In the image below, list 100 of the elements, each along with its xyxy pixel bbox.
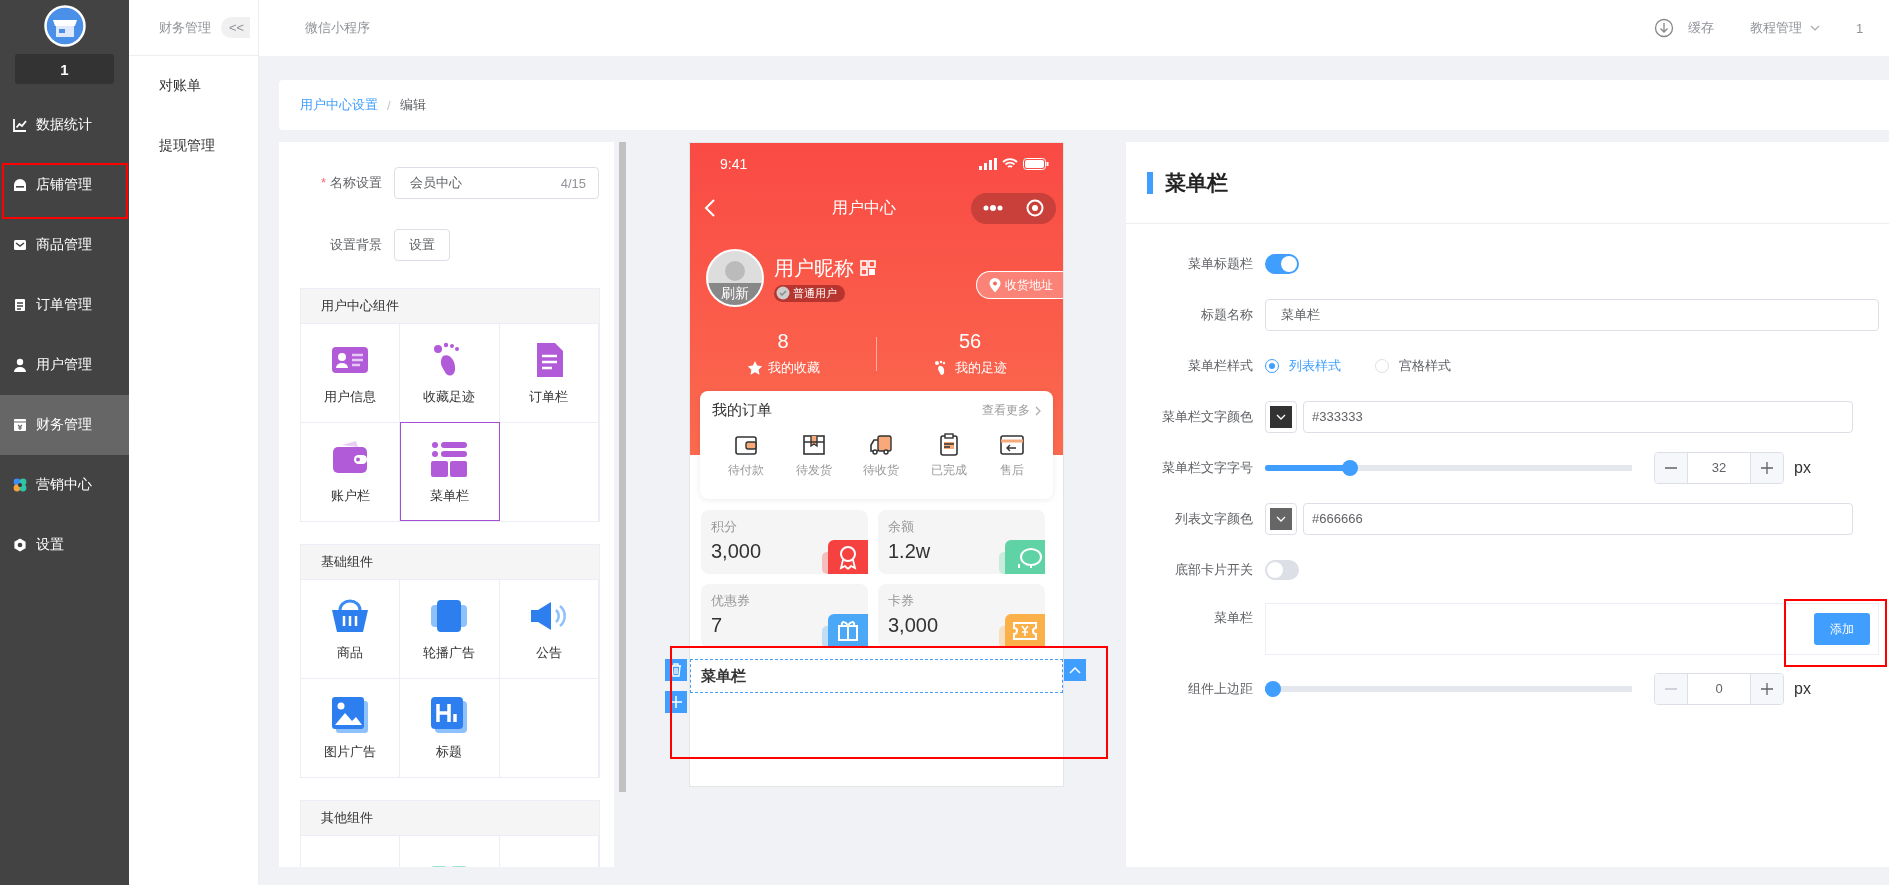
radio-option[interactable]: 宫格样式 xyxy=(1375,356,1451,375)
minus-icon xyxy=(1665,687,1677,690)
record-icon xyxy=(1026,199,1045,217)
component-tile[interactable]: 账户栏 xyxy=(301,422,401,521)
location-pin-icon xyxy=(989,277,1001,293)
name-input[interactable]: 会员中心 4/15 xyxy=(394,167,599,199)
status-time: 9:41 xyxy=(720,156,748,172)
cash-box-icon xyxy=(12,417,28,433)
toggle-switch[interactable] xyxy=(1265,559,1299,580)
title-accent-bar xyxy=(1147,171,1153,194)
sidebar-item[interactable]: 订单管理 xyxy=(0,275,129,335)
increment-button[interactable] xyxy=(1751,452,1783,483)
component-tile[interactable]: 标题 xyxy=(400,678,500,777)
group-title: 基础组件 xyxy=(321,553,373,571)
sidebar-item[interactable]: 用户管理 xyxy=(0,335,129,395)
color-input[interactable]: #666666 xyxy=(1303,502,1853,535)
component-tile[interactable]: 菜单栏 xyxy=(400,422,500,521)
minus-icon xyxy=(1665,466,1677,469)
heading-icon xyxy=(429,695,470,735)
asset-card[interactable]: 卡券 3,000 xyxy=(878,584,1045,648)
field-label: 组件上边距 xyxy=(1187,679,1253,698)
box-icon xyxy=(800,432,827,458)
asset-value: 7 xyxy=(711,614,724,637)
component-tile[interactable]: 商品 xyxy=(301,579,401,678)
chevron-up-icon xyxy=(1069,666,1081,674)
sidebar-item[interactable]: 数据统计 xyxy=(0,95,129,155)
avatar[interactable]: 刷新 xyxy=(706,249,764,307)
add-button[interactable] xyxy=(665,691,687,713)
sub-nav-title: 财务管理 xyxy=(159,18,211,37)
trash-icon xyxy=(670,663,682,677)
number-stepper[interactable]: 0 xyxy=(1654,672,1784,705)
clipboard-icon xyxy=(12,297,28,313)
asset-label: 余额 xyxy=(888,518,915,536)
number-stepper[interactable]: 32 xyxy=(1654,451,1784,484)
breadcrumb-separator: / xyxy=(387,97,391,113)
sidebar-item[interactable]: 财务管理 xyxy=(0,395,129,455)
decrement-button[interactable] xyxy=(1655,452,1687,483)
star-icon xyxy=(746,360,763,376)
set-background-button[interactable]: 设置 xyxy=(394,229,450,261)
sidebar-item[interactable]: 商品管理 xyxy=(0,215,129,275)
scrollbar-thumb[interactable] xyxy=(619,142,626,792)
plus-icon xyxy=(670,696,682,708)
battery-icon xyxy=(1023,158,1049,170)
component-tile[interactable]: 公告 xyxy=(499,579,599,678)
move-up-button[interactable] xyxy=(1064,659,1086,681)
field-label: 菜单栏文字颜色 xyxy=(1161,407,1253,426)
field-label: 菜单栏样式 xyxy=(1187,356,1253,375)
asset-card[interactable]: 余额 1.2w xyxy=(878,510,1045,574)
field-label: 菜单标题栏 xyxy=(1187,254,1253,273)
component-tile[interactable]: 轮播广告 xyxy=(400,579,500,678)
group-title: 用户中心组件 xyxy=(321,297,399,315)
component-tile[interactable]: 收藏足迹 xyxy=(400,323,500,422)
sidebar-item[interactable]: 店铺管理 xyxy=(0,155,129,215)
slider-thumb[interactable] xyxy=(1265,680,1281,697)
menu-block-title: 菜单栏 xyxy=(690,659,1063,693)
delete-button[interactable] xyxy=(665,659,687,681)
level-icon xyxy=(776,286,790,300)
field-label: 列表文字颜色 xyxy=(1174,509,1253,528)
stat-value: 8 xyxy=(777,330,789,353)
store-logo-icon xyxy=(43,5,86,47)
breadcrumb-current: 编辑 xyxy=(399,96,426,114)
panel-title: 菜单栏 xyxy=(1165,169,1228,196)
group-title: 其他组件 xyxy=(321,809,373,827)
color-picker[interactable] xyxy=(1265,400,1297,433)
field-label: 菜单栏文字字号 xyxy=(1161,458,1253,477)
color-input[interactable]: #333333 xyxy=(1303,400,1853,433)
field-label: * 名称设置 xyxy=(319,174,382,192)
field-label: 菜单栏 xyxy=(1213,609,1253,627)
plus-icon xyxy=(1761,461,1773,474)
slider-thumb[interactable] xyxy=(1342,459,1359,476)
nickname: 用户昵称 xyxy=(774,255,854,281)
image-icon xyxy=(330,695,371,735)
field-label: 标题名称 xyxy=(1200,305,1253,324)
qr-code-icon xyxy=(860,260,876,276)
component-tile[interactable]: 订单栏 xyxy=(499,323,599,422)
plus-icon xyxy=(1761,682,1773,695)
toggle-switch[interactable] xyxy=(1265,253,1299,274)
sidebar-item[interactable]: 设置 xyxy=(0,515,129,575)
component-tile[interactable]: 用户信息 xyxy=(301,323,401,422)
increment-button[interactable] xyxy=(1751,673,1783,704)
petals-icon xyxy=(12,477,28,493)
sidebar-item[interactable]: 营销中心 xyxy=(0,455,129,515)
asset-card[interactable]: 积分 3,000 xyxy=(701,510,868,574)
component-tile[interactable]: 图片广告 xyxy=(301,678,401,777)
title-input[interactable]: 菜单栏 xyxy=(1265,298,1879,331)
asset-label: 积分 xyxy=(711,518,738,536)
unit-label: px xyxy=(1794,458,1811,477)
asset-label: 优惠券 xyxy=(711,592,751,610)
sub-nav-item[interactable]: 对账单 xyxy=(129,56,258,116)
unit-label: px xyxy=(1794,679,1811,698)
stat-value: 56 xyxy=(958,330,982,353)
capsule-menu[interactable] xyxy=(971,192,1056,224)
download-icon xyxy=(1654,18,1674,38)
shop-icon xyxy=(12,177,28,193)
sub-nav-item[interactable]: 提现管理 xyxy=(129,116,258,176)
wifi-icon xyxy=(1002,158,1018,170)
color-picker[interactable] xyxy=(1265,502,1297,535)
return-card-icon xyxy=(999,432,1026,458)
asset-label: 卡券 xyxy=(888,592,915,610)
asset-card[interactable]: 优惠券 7 xyxy=(701,584,868,648)
